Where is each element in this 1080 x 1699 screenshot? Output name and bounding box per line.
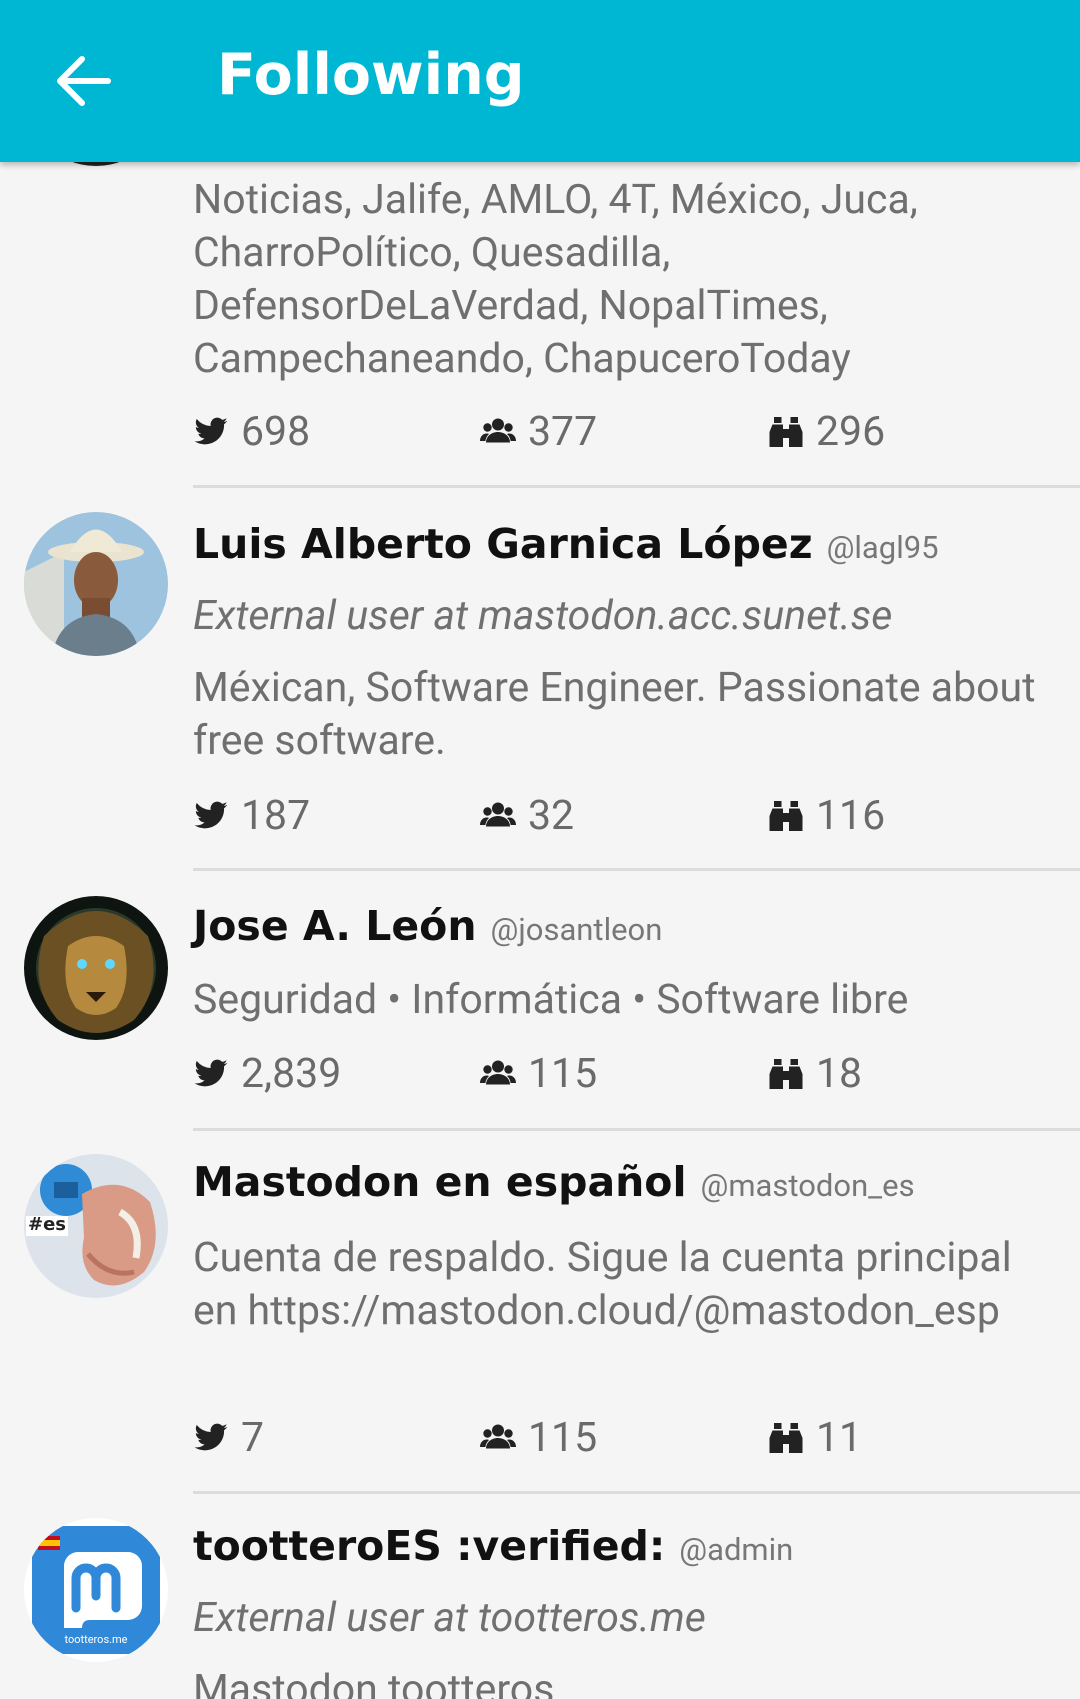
bird-icon [193, 1420, 229, 1456]
arrow-left-icon [57, 56, 111, 106]
following-count: 18 [768, 1048, 862, 1100]
avatar[interactable]: #es [24, 1154, 168, 1298]
back-button[interactable] [52, 51, 116, 111]
account-handle: @josantleon [490, 911, 663, 948]
account-name-line: Jose A. León @josantleon [193, 902, 662, 950]
people-icon [480, 798, 516, 834]
account-bio: Mastodon tootteros [193, 1666, 555, 1699]
following-count: 116 [768, 790, 885, 842]
list-item[interactable]: Jose A. León @josantleon Seguridad • Inf… [0, 872, 1080, 1131]
avatar-hashtag-label: #es [28, 1214, 67, 1235]
account-bio: Seguridad • Informática • Software libre [193, 976, 909, 1024]
account-handle: @lagl95 [826, 529, 939, 566]
statuses-count: 187 [193, 790, 310, 842]
account-stats: 7 115 11 [193, 1412, 1053, 1464]
display-name[interactable]: Jose A. León [193, 902, 477, 950]
followers-count: 32 [480, 790, 574, 842]
binoculars-icon [768, 1056, 804, 1092]
followers-count: 115 [480, 1048, 597, 1100]
people-icon [480, 1056, 516, 1092]
avatar[interactable]: tootteros.me [24, 1518, 168, 1662]
account-stats: 2,839 115 18 [193, 1048, 1053, 1100]
app-bar: Following [0, 0, 1080, 162]
display-name[interactable]: Mastodon en español [193, 1158, 687, 1206]
avatar-caption: tootteros.me [64, 1633, 128, 1646]
followers-count: 115 [480, 1412, 597, 1464]
statuses-count: 2,839 [193, 1048, 341, 1100]
bird-icon [193, 414, 229, 450]
account-name-line: Luis Alberto Garnica López @lagl95 [193, 520, 939, 568]
list-item[interactable]: Luis Alberto Garnica López @lagl95 Exter… [0, 488, 1080, 871]
statuses-count: 7 [193, 1412, 264, 1464]
avatar[interactable] [24, 512, 168, 656]
following-count: 296 [768, 406, 885, 458]
list-item[interactable]: tootteros.me tootteroES :verified: @admi… [0, 1494, 1080, 1699]
people-icon [480, 414, 516, 450]
account-name-line: tootteroES :verified: @admin [193, 1522, 793, 1570]
people-icon [480, 1420, 516, 1456]
page-title: Following [217, 42, 525, 108]
account-bio: Noticias, Jalife, AMLO, 4T, México, Juca… [193, 176, 918, 383]
account-name-line: Mastodon en español @mastodon_es [193, 1158, 915, 1206]
bird-icon [193, 798, 229, 834]
bird-icon [193, 1056, 229, 1092]
account-stats: 698 377 296 [193, 406, 1053, 458]
binoculars-icon [768, 1420, 804, 1456]
avatar[interactable] [24, 896, 168, 1040]
binoculars-icon [768, 798, 804, 834]
display-name[interactable]: Luis Alberto Garnica López [193, 520, 813, 568]
account-bio: Méxican, Software Engineer. Passionate a… [193, 664, 1036, 765]
display-name[interactable]: tootteroES :verified: [193, 1522, 665, 1570]
account-bio: Cuenta de respaldo. Sigue la cuenta prin… [193, 1234, 1012, 1335]
account-handle: @mastodon_es [700, 1167, 915, 1204]
binoculars-icon [768, 414, 804, 450]
external-user-note: External user at tootteros.me [193, 1594, 706, 1642]
external-user-note: External user at mastodon.acc.sunet.se [193, 592, 893, 640]
list-item[interactable]: #es Mastodon en español @mastodon_es Cue… [0, 1130, 1080, 1494]
followers-count: 377 [480, 406, 597, 458]
divider [193, 868, 1080, 871]
following-count: 11 [768, 1412, 862, 1464]
account-handle: @admin [679, 1531, 794, 1568]
account-stats: 187 32 116 [193, 790, 1053, 842]
statuses-count: 698 [193, 406, 310, 458]
